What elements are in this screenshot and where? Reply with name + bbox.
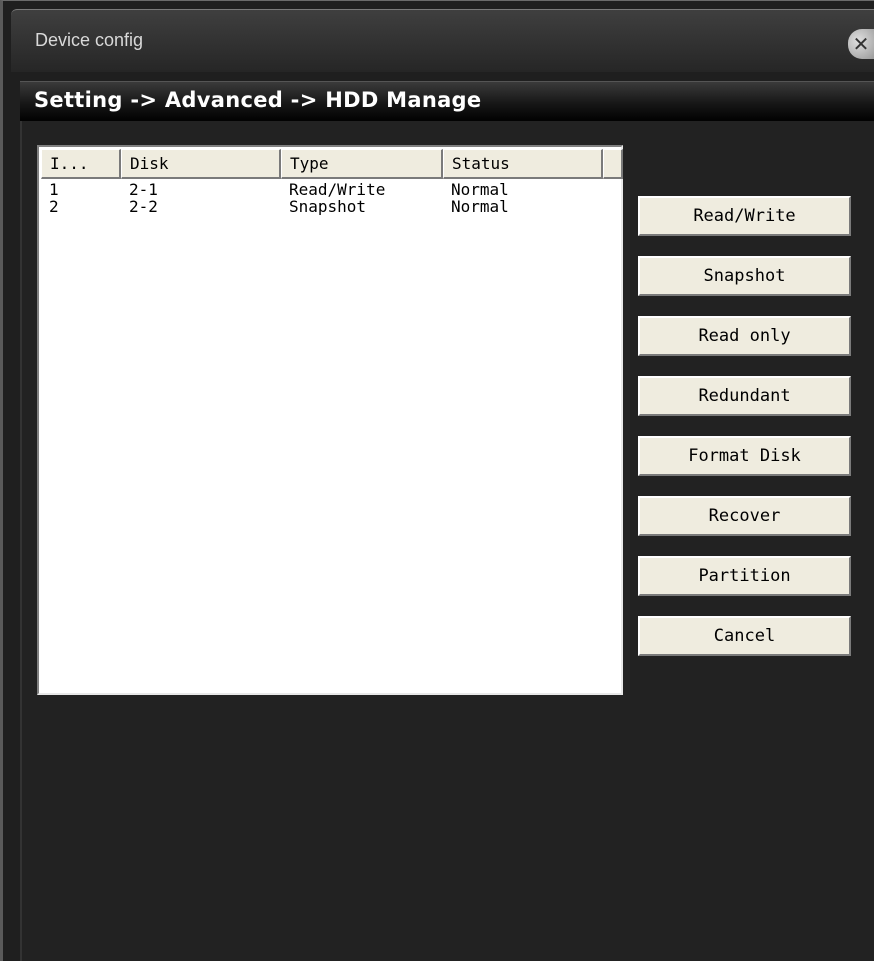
table-row[interactable]: 2 2-2 Snapshot Normal xyxy=(41,198,603,215)
cell-type: Snapshot xyxy=(289,198,367,215)
read-write-button[interactable]: Read/Write xyxy=(638,196,851,236)
cell-index: 1 xyxy=(49,181,59,198)
partition-button[interactable]: Partition xyxy=(638,556,851,596)
cell-index: 2 xyxy=(49,198,59,215)
cell-status: Normal xyxy=(451,198,509,215)
cell-disk: 2-1 xyxy=(129,181,158,198)
read-only-button[interactable]: Read only xyxy=(638,316,851,356)
column-header-type[interactable]: Type xyxy=(281,149,443,179)
close-icon[interactable]: ✕ xyxy=(848,29,874,59)
column-header-disk[interactable]: Disk xyxy=(121,149,281,179)
device-config-window: Device config ✕ Setting -> Advanced -> H… xyxy=(0,0,874,961)
table-row[interactable]: 1 2-1 Read/Write Normal xyxy=(41,181,603,198)
format-disk-button[interactable]: Format Disk xyxy=(638,436,851,476)
breadcrumb-bar: Setting -> Advanced -> HDD Manage xyxy=(20,81,874,122)
list-body: 1 2-1 Read/Write Normal 2 2-2 Snapshot N… xyxy=(41,181,603,215)
cell-status: Normal xyxy=(451,181,509,198)
redundant-button[interactable]: Redundant xyxy=(638,376,851,416)
column-header-index[interactable]: I... xyxy=(41,149,121,179)
disk-list[interactable]: I... Disk Type Status 1 2-1 Read/Write N… xyxy=(37,145,623,695)
window-title: Device config xyxy=(35,30,144,50)
cell-disk: 2-2 xyxy=(129,198,158,215)
column-header-empty[interactable] xyxy=(603,149,623,179)
list-header: I... Disk Type Status xyxy=(41,149,623,179)
cell-type: Read/Write xyxy=(289,181,386,198)
cancel-button[interactable]: Cancel xyxy=(638,616,851,656)
column-header-status[interactable]: Status xyxy=(443,149,603,179)
snapshot-button[interactable]: Snapshot xyxy=(638,256,851,296)
title-bar: Device config ✕ xyxy=(11,9,874,72)
recover-button[interactable]: Recover xyxy=(638,496,851,536)
breadcrumb: Setting -> Advanced -> HDD Manage xyxy=(34,88,482,112)
